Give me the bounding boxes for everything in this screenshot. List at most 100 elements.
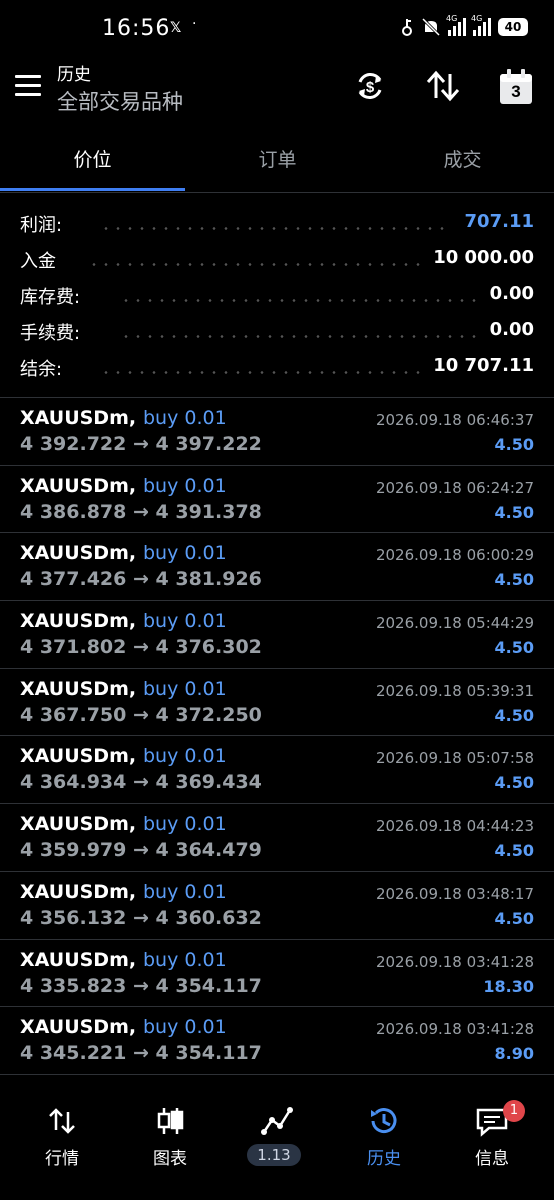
nav-trade[interactable]: 1.13 bbox=[222, 1090, 332, 1200]
trade-symbol: XAUUSDm, bbox=[20, 610, 137, 633]
trade-row[interactable]: XAUUSDm, buy 0.01 4 359.979 → 4 364.479 202… bbox=[0, 804, 554, 872]
notification-dot: · bbox=[192, 16, 197, 32]
signal-2-icon: 4G bbox=[471, 14, 491, 36]
summary-label: 利润: bbox=[20, 211, 71, 237]
trade-time: 2026.09.18 06:46:37 bbox=[375, 411, 534, 429]
symbol-filter[interactable]: 全部交易品种 bbox=[57, 86, 183, 116]
trade-time: 2026.09.18 05:39:31 bbox=[375, 681, 534, 700]
trade-row[interactable]: XAUUSDm, buy 0.01 4 377.426 → 4 381.926 202… bbox=[0, 533, 554, 602]
tab-orders[interactable]: 订单 bbox=[185, 132, 370, 189]
trade-prices: 4 386.878 → 4 391.378 bbox=[20, 500, 262, 523]
summary-value: 10 000.00 bbox=[423, 247, 534, 268]
summary-profit: 利润: 707.11 bbox=[0, 205, 554, 241]
trade-prices: 4 345.221 → 4 354.117 bbox=[20, 1042, 262, 1065]
battery-icon: 40 bbox=[498, 18, 528, 36]
trade-time: 2026.09.18 06:24:27 bbox=[375, 478, 534, 497]
app-header: 历史 全部交易品种 $ 3 bbox=[0, 60, 554, 122]
nav-history[interactable]: 历史 bbox=[329, 1090, 439, 1200]
trade-profit: 4.50 bbox=[494, 705, 534, 725]
svg-text:$: $ bbox=[366, 79, 375, 96]
bottom-nav: 行情 图表 1.13 历史 1 信息 bbox=[0, 1090, 554, 1200]
summary-deposit: 入金 10 000.00 bbox=[0, 241, 554, 277]
trade-symbol: XAUUSDm, bbox=[20, 880, 137, 903]
history-clock-icon bbox=[371, 1108, 397, 1134]
key-icon bbox=[402, 19, 412, 36]
trade-side: buy 0.01 bbox=[143, 474, 227, 497]
tab-deals[interactable]: 成交 bbox=[370, 132, 554, 189]
calendar-day: 3 bbox=[511, 82, 521, 101]
trade-row[interactable]: XAUUSDm, buy 0.01 4 386.878 → 4 391.378 202… bbox=[0, 466, 554, 534]
summary-swap: 库存费: 0.00 bbox=[0, 277, 554, 313]
trade-profit: 18.30 bbox=[483, 976, 534, 996]
trade-profit: 4.50 bbox=[494, 773, 534, 793]
signal-1-icon: 4G bbox=[446, 14, 466, 36]
summary-value: 707.11 bbox=[454, 211, 534, 232]
calendar-icon[interactable]: 3 bbox=[498, 68, 534, 106]
summary-label: 库存费: bbox=[20, 283, 89, 309]
trade-profit: 4.50 bbox=[494, 570, 534, 590]
trade-row[interactable]: XAUUSDm, buy 0.01 4 335.823 → 4 354.117 202… bbox=[0, 940, 554, 1008]
trade-prices: 4 367.750 → 4 372.250 bbox=[20, 703, 262, 726]
status-icons: 4G 4G 40 bbox=[400, 14, 528, 36]
trade-symbol: XAUUSDm, bbox=[20, 677, 137, 700]
trade-prices: 4 377.426 → 4 381.926 bbox=[20, 568, 262, 591]
currency-exchange-icon[interactable]: $ bbox=[352, 68, 388, 104]
trade-side: buy 0.01 bbox=[143, 745, 227, 768]
trade-prices: 4 371.802 → 4 376.302 bbox=[20, 636, 262, 659]
trade-prices: 4 392.722 → 4 397.222 bbox=[20, 433, 262, 455]
menu-icon[interactable] bbox=[15, 75, 41, 97]
trade-time: 2026.09.18 03:48:17 bbox=[375, 884, 534, 903]
trade-time: 2026.09.18 05:07:58 bbox=[375, 749, 534, 768]
summary-value: 0.00 bbox=[479, 319, 534, 340]
trade-row[interactable]: XAUUSDm, buy 0.01 4 364.934 → 4 369.434 202… bbox=[0, 736, 554, 805]
tab-bar: 价位 订单 成交 bbox=[0, 132, 554, 192]
trade-side: buy 0.01 bbox=[143, 677, 227, 700]
trade-profit: 4.50 bbox=[494, 502, 534, 522]
summary-value: 0.00 bbox=[479, 283, 534, 304]
nav-chart[interactable]: 图表 bbox=[115, 1090, 225, 1200]
sort-icon[interactable] bbox=[425, 68, 461, 104]
notification-badge: 1 bbox=[503, 1100, 525, 1122]
trade-side: buy 0.01 bbox=[143, 1016, 227, 1039]
trade-profit: 4.50 bbox=[494, 841, 534, 861]
status-bar: 16:56 𝕏 · 4G 4G 40 bbox=[0, 0, 554, 60]
trade-profit: 4.50 bbox=[494, 435, 534, 454]
trade-time: 2026.09.18 06:00:29 bbox=[375, 546, 534, 565]
trade-prices: 4 364.934 → 4 369.434 bbox=[20, 771, 262, 794]
trade-row[interactable]: XAUUSDm, buy 0.01 4 367.750 → 4 372.250 202… bbox=[0, 669, 554, 737]
trade-symbol: XAUUSDm, bbox=[20, 542, 137, 565]
trade-symbol: XAUUSDm, bbox=[20, 948, 137, 971]
trade-line-icon bbox=[261, 1107, 293, 1135]
trade-row[interactable]: XAUUSDm, buy 0.01 4 345.221 → 4 354.117 202… bbox=[0, 1007, 554, 1075]
nav-messages[interactable]: 1 信息 bbox=[437, 1090, 547, 1200]
trade-profit: 8.90 bbox=[494, 1044, 534, 1064]
trade-symbol: XAUUSDm, bbox=[20, 813, 137, 836]
tab-positions[interactable]: 价位 bbox=[0, 132, 185, 189]
trade-side: buy 0.01 bbox=[143, 610, 227, 633]
nav-quotes[interactable]: 行情 bbox=[7, 1090, 117, 1200]
trade-prices: 4 335.823 → 4 354.117 bbox=[20, 974, 262, 997]
trade-time: 2026.09.18 04:44:23 bbox=[375, 817, 534, 836]
trade-row[interactable]: XAUUSDm, buy 0.01 4 392.722 → 4 397.222 202… bbox=[0, 398, 554, 466]
trade-side: buy 0.01 bbox=[143, 880, 227, 903]
page-title: 历史 bbox=[57, 65, 91, 85]
trade-side: buy 0.01 bbox=[143, 407, 227, 429]
tab-divider bbox=[0, 192, 554, 193]
trade-prices: 4 356.132 → 4 360.632 bbox=[20, 906, 262, 929]
trade-symbol: XAUUSDm, bbox=[20, 407, 137, 429]
account-summary: 利润: 707.11 入金 10 000.00 库存费: 0.00 手续费: 0… bbox=[0, 205, 554, 385]
trade-profit: 4.50 bbox=[494, 908, 534, 928]
candlestick-chart-icon bbox=[157, 1108, 184, 1134]
nav-label: 信息 bbox=[475, 1149, 509, 1169]
summary-label: 手续费: bbox=[20, 319, 89, 345]
trade-side: buy 0.01 bbox=[143, 948, 227, 971]
trade-profit: 4.50 bbox=[494, 638, 534, 658]
summary-label: 入金 bbox=[20, 247, 64, 273]
summary-label: 结余: bbox=[20, 355, 71, 381]
trade-list: XAUUSDm, buy 0.01 4 392.722 → 4 397.222 202… bbox=[0, 398, 554, 1075]
trade-row[interactable]: XAUUSDm, buy 0.01 4 371.802 → 4 376.302 202… bbox=[0, 601, 554, 669]
trade-side: buy 0.01 bbox=[143, 813, 227, 836]
trade-time: 2026.09.18 05:44:29 bbox=[375, 614, 534, 633]
summary-balance: 结余: 10 707.11 bbox=[0, 349, 554, 385]
trade-row[interactable]: XAUUSDm, buy 0.01 4 356.132 → 4 360.632 202… bbox=[0, 872, 554, 940]
